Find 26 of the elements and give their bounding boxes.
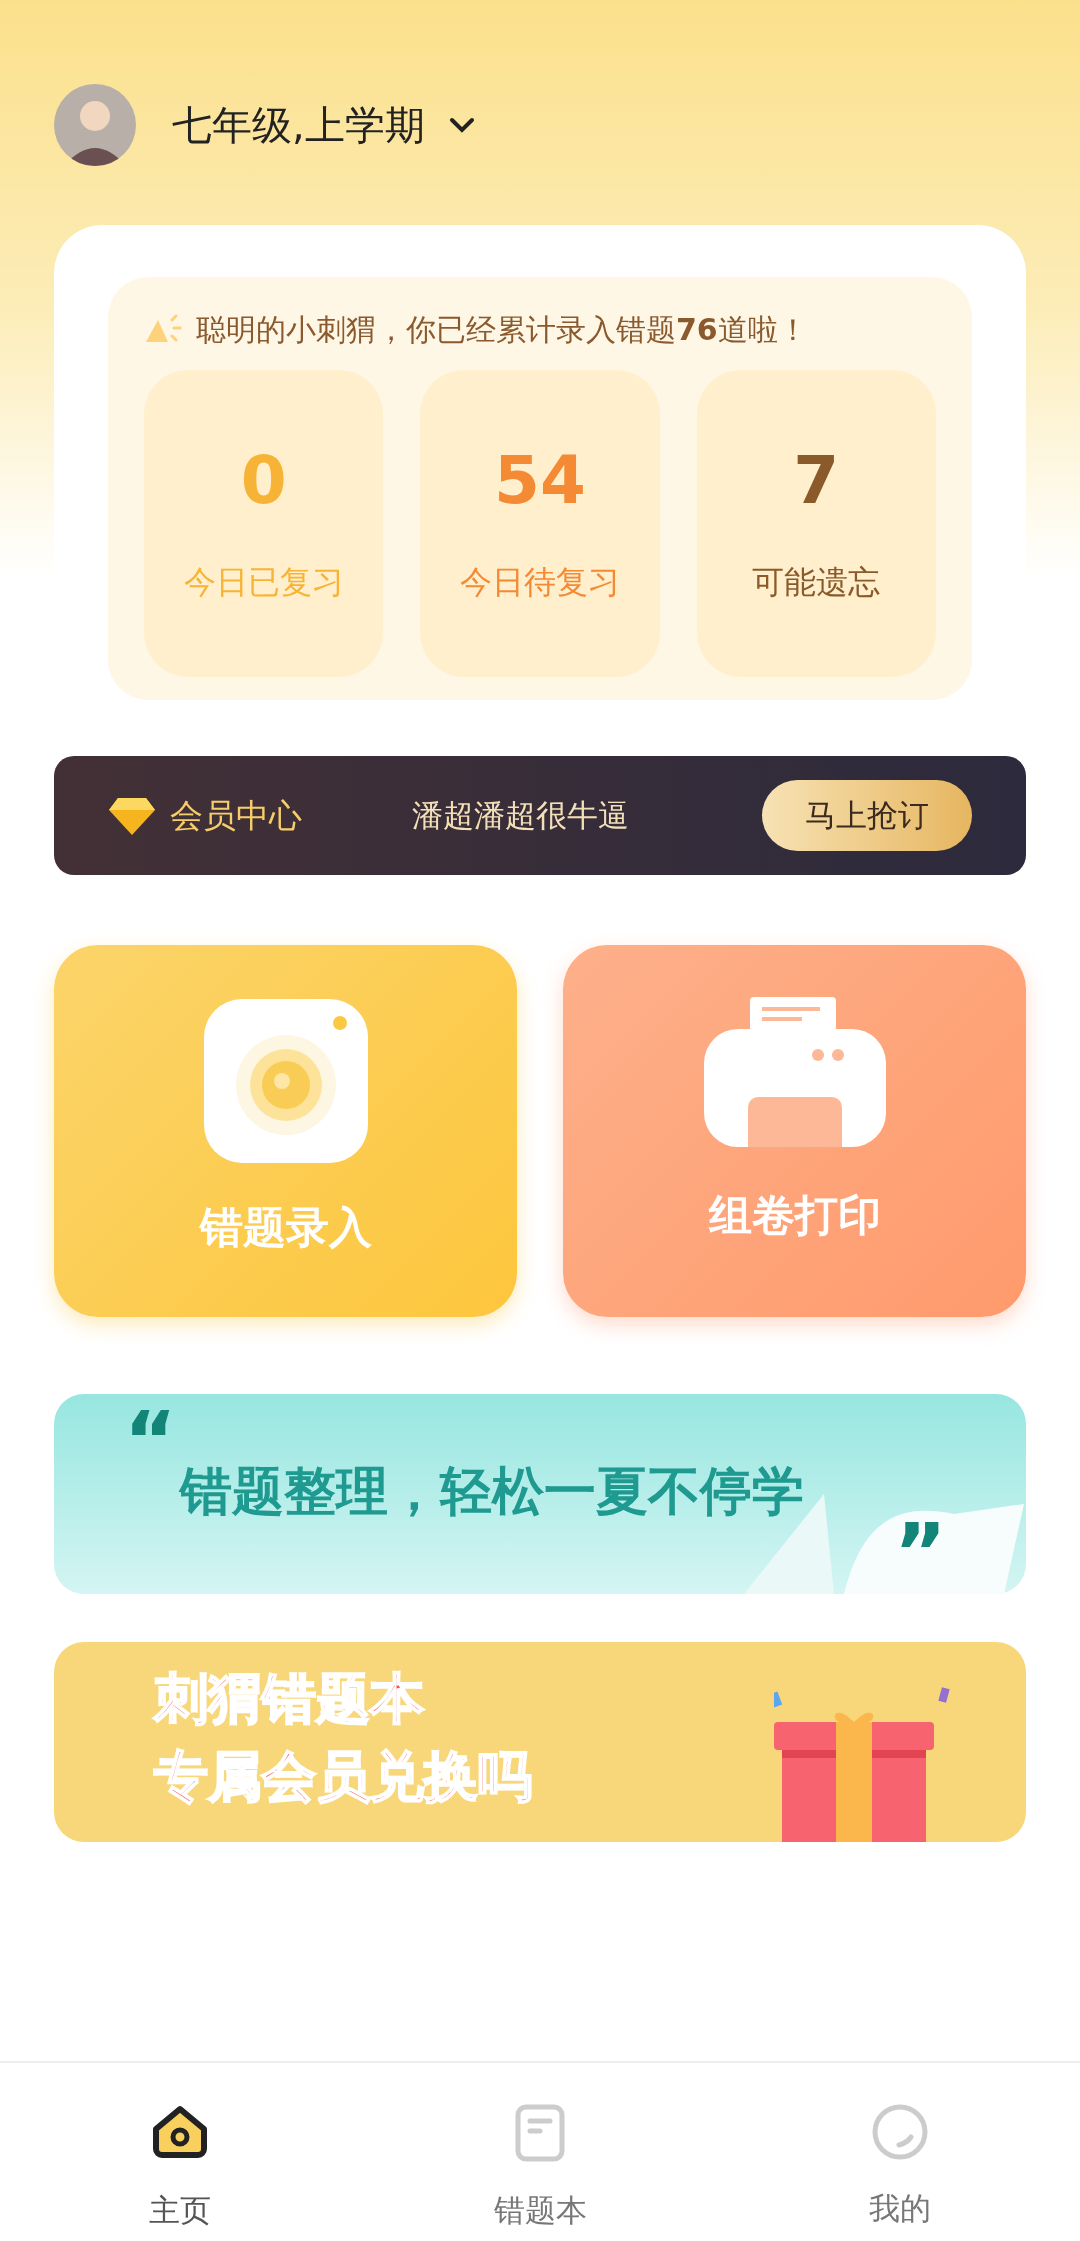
- stat-value: 54: [494, 448, 586, 514]
- profile-icon: [871, 2103, 929, 2161]
- chevron-down-icon: [448, 117, 475, 133]
- stat-tile[interactable]: 7 可能遗忘: [696, 370, 936, 677]
- subscribe-button[interactable]: 马上抢订: [762, 780, 972, 851]
- stat-label: 今日待复习: [460, 562, 620, 603]
- quote-mark: “: [124, 1402, 177, 1482]
- membership-title: 会员中心: [170, 794, 302, 837]
- banner-slogan: 错题整理，轻松一夏不停学: [180, 1460, 804, 1523]
- diamond-icon: [108, 795, 156, 836]
- quote-mark: ”: [894, 1514, 947, 1594]
- stat-label: 今日已复习: [183, 562, 344, 603]
- stat-value: 7: [793, 448, 840, 514]
- stat-value: 0: [240, 448, 287, 514]
- nav-tab[interactable]: 主页: [0, 2063, 360, 2241]
- grade-selector[interactable]: 七年级,上学期: [172, 95, 475, 155]
- nav-tab[interactable]: 错题本: [360, 2063, 720, 2241]
- membership-bar[interactable]: 会员中心 潘超潘超很牛逼 马上抢订: [54, 756, 1026, 875]
- banner-heading: 刺猬错题本: [154, 1672, 424, 1726]
- banner-heading: 专属会员兑换吗: [154, 1750, 532, 1804]
- membership-slogan: 潘超潘超很牛逼: [412, 796, 630, 836]
- grade-label: 七年级,上学期: [172, 101, 425, 150]
- notebook-icon: [514, 2103, 566, 2163]
- stat-label: 可能遗忘: [752, 562, 881, 603]
- summary-message: 聪明的小刺猬，你已经累计录入错题76道啦！: [196, 311, 808, 349]
- nav-tab[interactable]: 我的: [720, 2063, 1080, 2241]
